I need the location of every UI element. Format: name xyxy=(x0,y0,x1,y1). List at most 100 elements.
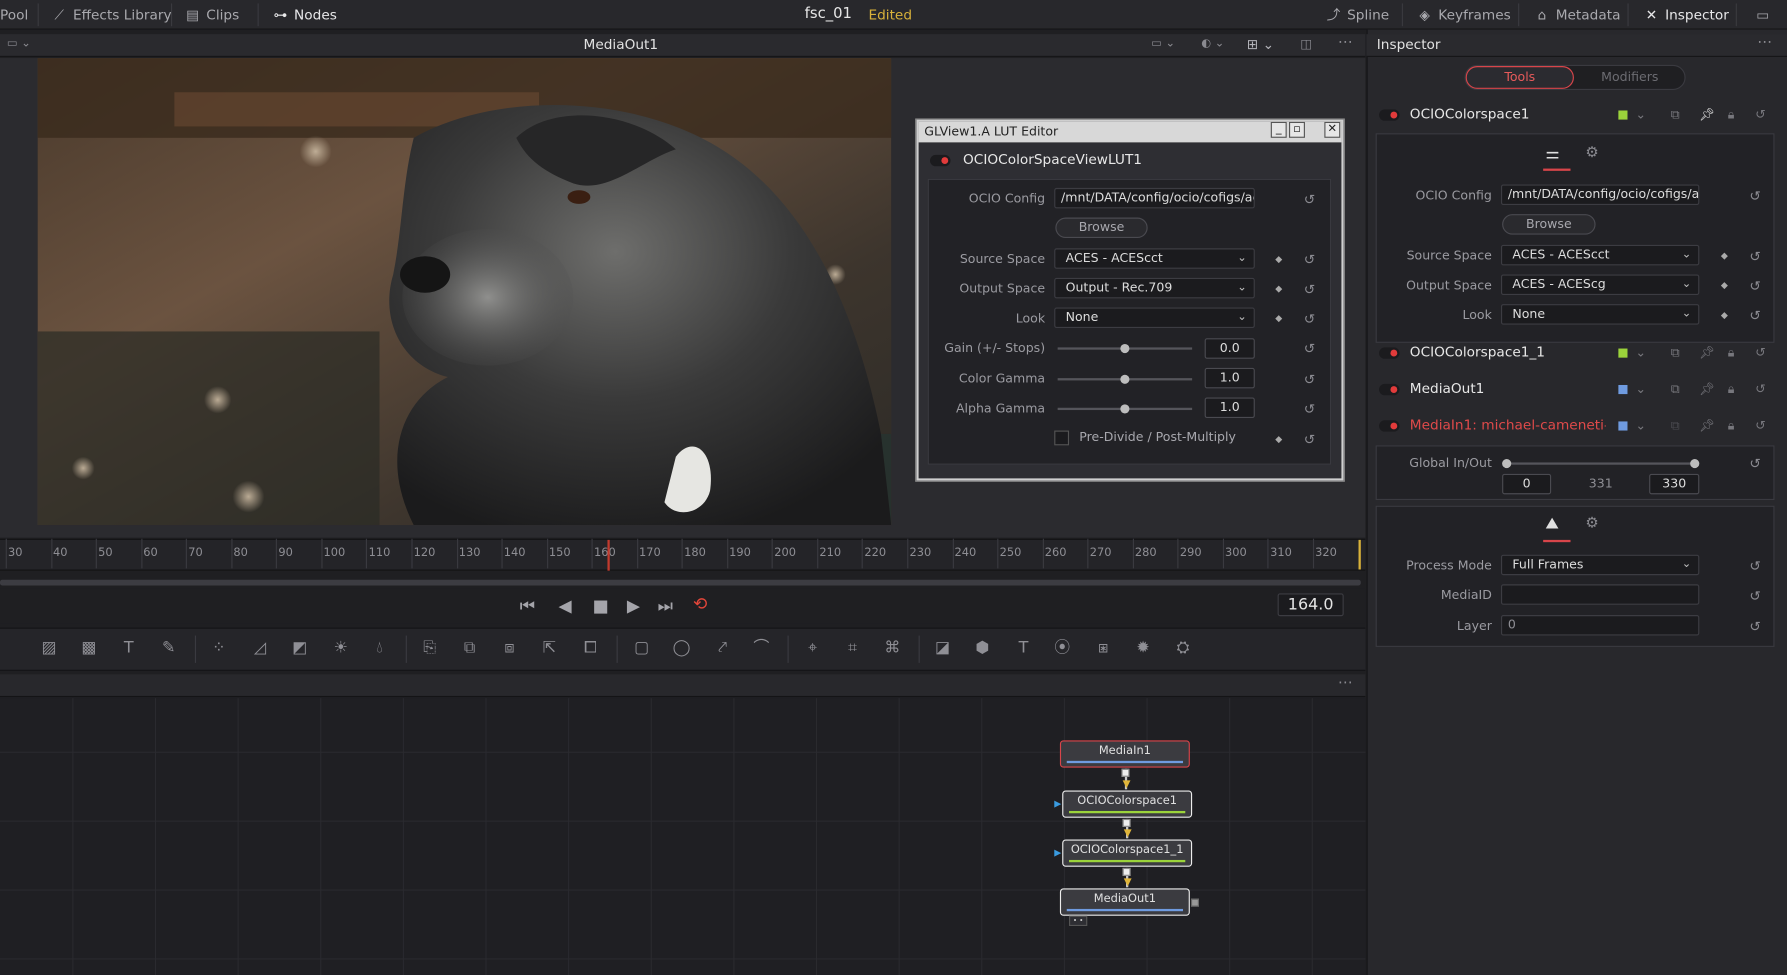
particles-tool-icon[interactable]: ⁘ xyxy=(206,636,231,661)
version-icon[interactable]: ⧉ xyxy=(1671,345,1680,361)
inspector-button[interactable]: ✕ Inspector xyxy=(1643,0,1729,30)
tool-enable-toggle[interactable] xyxy=(1379,347,1400,359)
global-out-field[interactable]: 330 xyxy=(1649,473,1700,495)
keyframe-icon[interactable]: ◆ xyxy=(1274,314,1283,323)
current-frame-field[interactable]: 164.0 xyxy=(1277,593,1344,617)
global-out-handle[interactable] xyxy=(1690,459,1700,469)
output-space-dropdown[interactable]: ACES - ACEScg ⌄ xyxy=(1500,274,1700,296)
reset-icon[interactable]: ↺ xyxy=(1302,311,1318,327)
saver-tool-icon[interactable]: ⧈ xyxy=(497,636,522,661)
camera3d-tool-icon[interactable]: ⦿ xyxy=(1050,636,1075,661)
merge3d-tool-icon[interactable]: ⬢ xyxy=(970,636,995,661)
stop-icon[interactable]: ■ xyxy=(593,596,609,617)
reset-icon[interactable]: ↺ xyxy=(1755,418,1766,433)
tool-color-swatch[interactable] xyxy=(1618,348,1628,358)
lock-icon[interactable]: 🔒︎ xyxy=(1728,382,1735,398)
mask-input-icon[interactable]: ▶ xyxy=(1054,847,1061,857)
keyframes-button[interactable]: ◈ Keyframes xyxy=(1417,0,1510,30)
look-dropdown[interactable]: None ⌄ xyxy=(1500,304,1700,325)
tool-enable-toggle[interactable] xyxy=(1379,383,1400,396)
global-in-handle[interactable] xyxy=(1502,459,1512,469)
gain-field[interactable]: 0.0 xyxy=(1204,338,1255,359)
tool-name-mediain1[interactable]: MediaIn1: michael-cameneti-vint xyxy=(1410,417,1606,433)
mediaid-field[interactable] xyxy=(1500,584,1700,605)
color-corrector-tool-icon[interactable]: ◩ xyxy=(287,636,312,661)
settings-tab-icon[interactable]: ⚙ xyxy=(1585,145,1598,162)
keyframe-icon[interactable]: ◆ xyxy=(1274,435,1283,444)
pin-icon[interactable]: 📌︎ xyxy=(1699,107,1715,122)
tracker-tool-icon[interactable]: ⌖ xyxy=(800,636,825,661)
play-reverse-icon[interactable]: ◀ xyxy=(558,596,571,617)
global-in-field[interactable]: 0 xyxy=(1502,473,1552,495)
tool-name-ocio1[interactable]: OCIOColorspace1 xyxy=(1410,106,1530,122)
reset-icon[interactable]: ↺ xyxy=(1747,278,1763,294)
chevron-down-icon[interactable]: ⌄ xyxy=(1635,345,1646,360)
blur-tool-icon[interactable]: 💧︎ xyxy=(367,636,392,661)
paint-tool-icon[interactable]: ✎ xyxy=(156,636,181,661)
transform-tool-icon[interactable]: ⧠ xyxy=(578,636,603,661)
reset-icon[interactable]: ↺ xyxy=(1747,188,1763,204)
background-tool-icon[interactable]: ▨ xyxy=(36,636,61,661)
viewer-options-icon[interactable]: ▭ ⌄ xyxy=(7,38,31,51)
pool-button[interactable]: Pool xyxy=(0,0,28,30)
reset-icon[interactable]: ↺ xyxy=(1302,432,1318,448)
maximize-button[interactable]: ▫ xyxy=(1289,121,1305,138)
merge-tool-icon[interactable]: ⧉ xyxy=(457,636,482,661)
output-port[interactable] xyxy=(1121,768,1130,777)
loader-tool-icon[interactable]: ⎘ xyxy=(417,636,442,661)
metadata-button[interactable]: ⌂ Metadata xyxy=(1534,0,1621,30)
color-curves-tool-icon[interactable]: ◿ xyxy=(247,636,272,661)
reset-icon[interactable]: ↺ xyxy=(1755,382,1766,397)
imageplane3d-tool-icon[interactable]: ⧆ xyxy=(1091,636,1116,661)
nodes-button[interactable]: ⊶ Nodes xyxy=(272,0,337,30)
reset-icon[interactable]: ↺ xyxy=(1302,191,1318,207)
reset-icon[interactable]: ↺ xyxy=(1302,341,1318,357)
color-gamma-field[interactable]: 1.0 xyxy=(1204,367,1255,389)
viewer-indicator-icon[interactable]: • • xyxy=(1069,915,1088,927)
bspline-mask-icon[interactable]: ⌒ xyxy=(749,636,774,661)
window-layout-icon[interactable]: ▭ xyxy=(1756,0,1769,30)
effects-library-button[interactable]: ⟋ Effects Library xyxy=(51,0,171,30)
rectangle-mask-icon[interactable]: ▢ xyxy=(629,636,654,661)
settings-tab-icon[interactable]: ⚙ xyxy=(1585,515,1598,532)
ocio-config-field[interactable]: /mnt/DATA/config/ocio/cofigs/aces xyxy=(1500,184,1700,206)
text3d-tool-icon[interactable]: T xyxy=(1011,636,1036,661)
reset-icon[interactable]: ↺ xyxy=(1302,401,1318,417)
go-to-start-icon[interactable]: ⏮ xyxy=(520,596,535,617)
browse-button[interactable]: Browse xyxy=(1502,214,1596,235)
timeline-scrollbar[interactable] xyxy=(0,579,1361,586)
output-port[interactable] xyxy=(1122,867,1131,876)
reset-icon[interactable]: ↺ xyxy=(1755,345,1766,360)
tab-modifiers[interactable]: Modifiers xyxy=(1575,66,1684,89)
split-view-icon[interactable]: ◫ xyxy=(1300,36,1312,51)
version-icon[interactable]: ⧉ xyxy=(1671,382,1680,398)
ocio-config-field[interactable]: /mnt/DATA/config/ocio/cofigs/aces xyxy=(1054,187,1255,209)
tab-tools[interactable]: Tools xyxy=(1465,66,1574,89)
lock-icon[interactable]: 🔒︎ xyxy=(1728,107,1735,123)
tool-enable-toggle[interactable] xyxy=(1379,420,1400,432)
source-space-dropdown[interactable]: ACES - ACEScct ⌄ xyxy=(1500,244,1700,266)
more-options-icon[interactable]: ⋯ xyxy=(1338,34,1353,51)
keyframe-icon[interactable]: ◆ xyxy=(1720,310,1729,320)
reset-icon[interactable]: ↺ xyxy=(1302,371,1318,387)
reset-icon[interactable]: ↺ xyxy=(1747,308,1763,324)
pin-icon[interactable]: 📌︎ xyxy=(1699,345,1715,360)
reset-icon[interactable]: ↺ xyxy=(1747,558,1763,574)
camera-tracker-tool-icon[interactable]: ⌘ xyxy=(880,636,905,661)
view-mode-icon[interactable]: ▭ ⌄ xyxy=(1151,38,1175,51)
gain-slider-handle[interactable] xyxy=(1120,343,1130,354)
playhead[interactable] xyxy=(607,539,610,571)
reset-icon[interactable]: ↺ xyxy=(1755,107,1766,122)
color-gamma-slider-handle[interactable] xyxy=(1120,374,1130,384)
pin-icon[interactable]: 📌︎ xyxy=(1699,382,1715,397)
output-port[interactable] xyxy=(1190,898,1199,907)
play-icon[interactable]: ▶ xyxy=(627,596,640,617)
keyframe-icon[interactable]: ◆ xyxy=(1274,255,1283,264)
planar-tracker-tool-icon[interactable]: ⌗ xyxy=(840,636,865,661)
browse-button[interactable]: Browse xyxy=(1055,217,1148,239)
ellipse-mask-icon[interactable]: ◯ xyxy=(669,636,694,661)
fastnoise-tool-icon[interactable]: ▩ xyxy=(76,636,101,661)
more-options-icon[interactable]: ⋯ xyxy=(1757,34,1772,51)
version-icon[interactable]: ⧉ xyxy=(1671,107,1680,123)
output-port[interactable] xyxy=(1122,818,1131,827)
